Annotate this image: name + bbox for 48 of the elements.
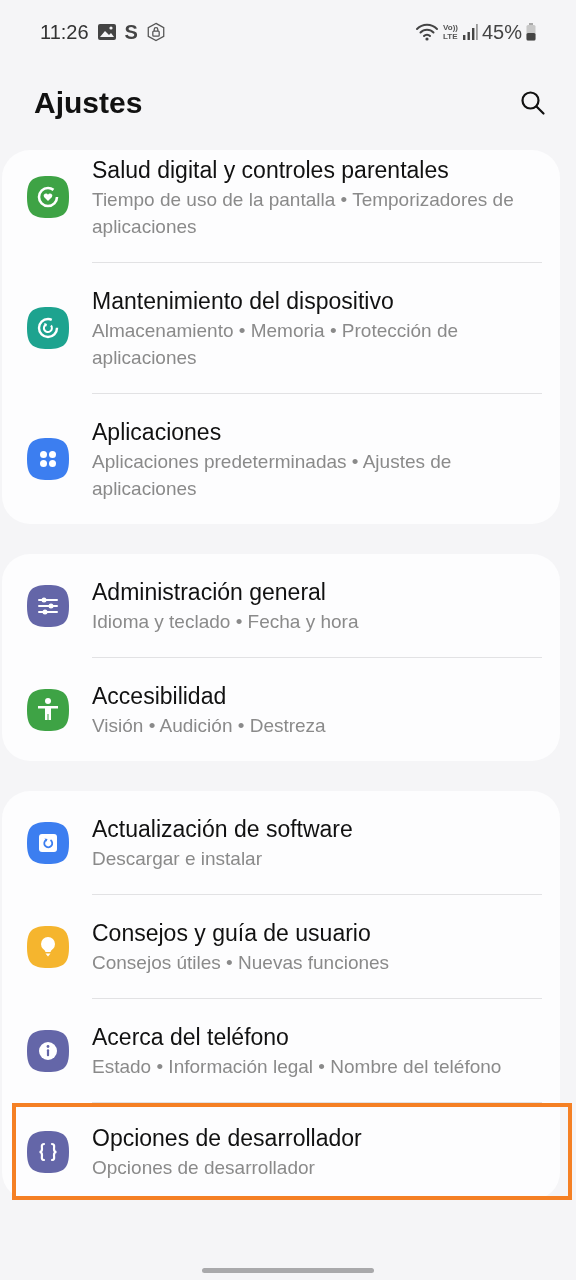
person-icon: [27, 688, 69, 731]
item-subtitle: Descargar e instalar: [92, 847, 264, 871]
volte-label: LTE: [443, 32, 458, 41]
settings-item[interactable]: Administración general Idioma y teclado • Fecha y hora: [2, 554, 560, 657]
item-subtitle: Consejos útiles • Nuevas funciones: [92, 951, 391, 975]
item-subtitle: Tiempo de uso de la pantalla • Temporizadores de aplicaciones: [92, 188, 515, 239]
battery-icon: [526, 23, 536, 41]
item-title: Aplicaciones: [92, 418, 223, 447]
grid-icon: [27, 438, 69, 480]
app-letter: S: [124, 20, 138, 45]
item-subtitle: Visión • Audición • Destreza: [92, 714, 327, 738]
sliders-icon: [27, 584, 69, 627]
update-icon: [27, 821, 69, 864]
signal-icon: [461, 23, 478, 41]
lightbulb-icon: [27, 925, 69, 968]
heart-icon: [27, 176, 69, 218]
settings-item[interactable]: Accesibilidad Visión • Audición • Destreza: [2, 658, 560, 761]
lock-icon: [145, 22, 166, 42]
item-title: Mantenimiento del dispositivo: [92, 287, 395, 316]
battery-percent: 45%: [481, 20, 522, 45]
status-time: 11:26: [40, 20, 89, 45]
item-title: Accesibilidad: [92, 682, 228, 711]
refresh-icon: [27, 307, 69, 349]
settings-item[interactable]: Consejos y guía de usuario Consejos útiles • Nuevas funciones: [2, 895, 560, 998]
item-title: Administración general: [92, 578, 327, 607]
item-title: Actualización de software: [92, 815, 354, 844]
settings-item[interactable]: Mantenimiento del dispositivo Almacenamiento • Memoria • Protección de aplicaciones: [2, 263, 560, 393]
image-icon: [96, 22, 117, 42]
settings-item[interactable]: Aplicaciones Aplicaciones predeterminadas • Ajustes de aplicaciones: [2, 394, 560, 524]
settings-item[interactable]: Actualización de software Descargar e instalar: [2, 791, 560, 894]
item-subtitle: Estado • Información legal • Nombre del teléfono: [92, 1055, 503, 1079]
item-title: Acerca del teléfono: [92, 1023, 290, 1052]
info-icon: [27, 1029, 69, 1072]
volte-label: Vo)): [443, 23, 458, 32]
item-title: Opciones de desarrollador: [92, 1124, 363, 1153]
item-subtitle: Aplicaciones predeterminadas • Ajustes de aplicaciones: [92, 450, 453, 501]
item-subtitle: Opciones de desarrollador: [92, 1156, 316, 1180]
item-title: Salud digital y controles parentales: [92, 156, 450, 185]
item-subtitle: Idioma y teclado • Fecha y hora: [92, 610, 360, 634]
item-subtitle: Almacenamiento • Memoria • Protección de aplicaciones: [92, 319, 460, 370]
wifi-icon: [415, 22, 439, 42]
highlighted-settings-item[interactable]: Opciones de desarrollador Opciones de desarrollador: [12, 1103, 572, 1200]
settings-item[interactable]: Acerca del teléfono Estado • Información legal • Nombre del teléfono: [2, 999, 560, 1102]
braces-icon: [27, 1130, 69, 1173]
search-icon[interactable]: [520, 90, 546, 116]
page-title: Ajustes: [34, 85, 143, 121]
item-title: Consejos y guía de usuario: [92, 919, 372, 948]
settings-item[interactable]: Salud digital y controles parentales Tiempo de uso de la pantalla • Temporizadores de aplicaciones: [2, 150, 560, 262]
